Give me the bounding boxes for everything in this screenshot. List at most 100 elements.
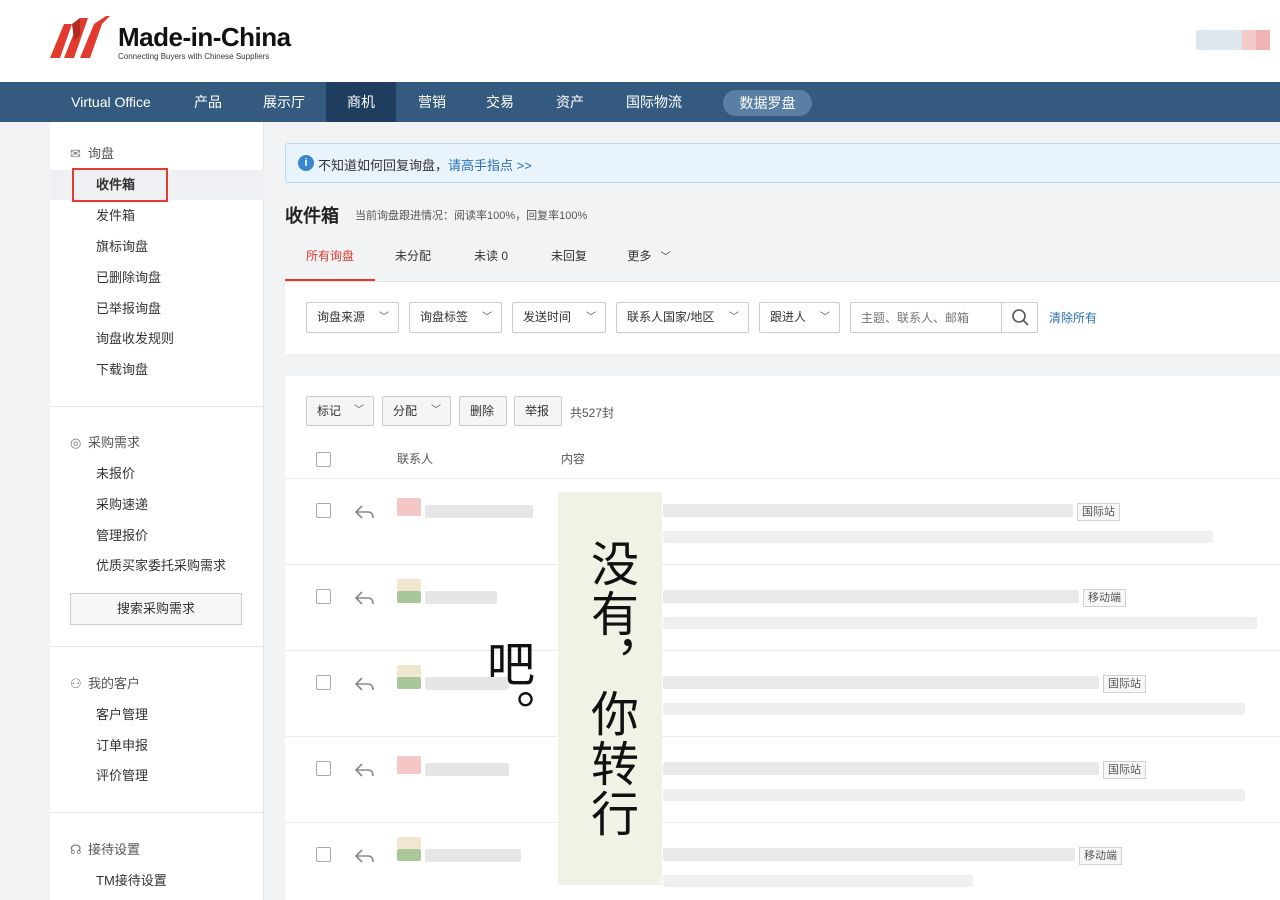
sidebar-item-customer-manage[interactable]: 客户管理 bbox=[50, 700, 264, 730]
purchase-icon: ◎ bbox=[70, 435, 82, 450]
page-stat: 当前询盘跟进情况：阅读率100%，回复率100% bbox=[355, 210, 588, 222]
reply-icon[interactable] bbox=[353, 846, 377, 866]
sidebar-item-reviews[interactable]: 评价管理 bbox=[50, 761, 264, 791]
subject-blurred bbox=[663, 762, 1099, 775]
nav-opportunities[interactable]: 商机 bbox=[326, 82, 396, 122]
sidebar-item-download[interactable]: 下载询盘 bbox=[50, 355, 264, 385]
tab-unread[interactable]: 未读 0 bbox=[461, 236, 521, 281]
chevron-down-icon: ﹀ bbox=[379, 312, 389, 323]
caption-text: 没有，你转行吧。 bbox=[478, 538, 638, 839]
tab-unassigned[interactable]: 未分配 bbox=[383, 236, 443, 281]
search-button[interactable] bbox=[1001, 303, 1037, 332]
sidebar-divider bbox=[50, 406, 264, 407]
contact-avatar-blurred bbox=[397, 498, 421, 516]
reply-icon[interactable] bbox=[353, 674, 377, 694]
nav-data-compass[interactable]: 数据罗盘 bbox=[723, 90, 812, 116]
filter-tag-select[interactable]: 询盘标签 ﹀ bbox=[409, 302, 502, 333]
nav-trade[interactable]: 交易 bbox=[472, 82, 528, 122]
row-checkbox[interactable] bbox=[316, 847, 331, 862]
button-label: 分配 bbox=[393, 404, 418, 418]
table-row[interactable]: 国际站 bbox=[285, 479, 1280, 565]
preview-blurred bbox=[663, 617, 1257, 629]
chevron-down-icon: ﹀ bbox=[729, 312, 739, 323]
nav-products[interactable]: 产品 bbox=[180, 82, 236, 122]
sidebar-heading-purchase: ◎ 采购需求 bbox=[70, 433, 140, 453]
contact-avatar-blurred bbox=[397, 849, 421, 861]
top-header: Made-in-China Connecting Buyers with Chi… bbox=[0, 0, 1280, 82]
tab-all[interactable]: 所有询盘 bbox=[285, 236, 375, 281]
mark-button[interactable]: 标记 ﹀ bbox=[306, 396, 374, 426]
select-all-checkbox[interactable] bbox=[316, 452, 331, 467]
sidebar-item-manage-quotes[interactable]: 管理报价 bbox=[50, 521, 264, 551]
sidebar-item-inbox[interactable]: 收件箱 bbox=[50, 168, 264, 202]
sidebar-item-express[interactable]: 采购速递 bbox=[50, 490, 264, 520]
sidebar-item-tm-settings[interactable]: TM接待设置 bbox=[50, 866, 264, 896]
nav-virtual-office[interactable]: Virtual Office bbox=[52, 82, 170, 122]
inbox-tabs: 所有询盘 未分配 未读 0 未回复 更多 ﹀ bbox=[285, 236, 1280, 282]
filter-time-select[interactable]: 发送时间 ﹀ bbox=[512, 302, 606, 333]
reply-icon[interactable] bbox=[353, 502, 377, 522]
sidebar-divider bbox=[50, 646, 264, 647]
sidebar-item-order-declare[interactable]: 订单申报 bbox=[50, 731, 264, 761]
sidebar-item-unquoted[interactable]: 未报价 bbox=[50, 459, 264, 489]
inquiry-list-panel: 标记 ﹀ 分配 ﹀ 删除 举报 共527封 联系人 内容 国际站 移动端 国际站… bbox=[285, 376, 1280, 900]
notice-link[interactable]: 请高手指点 >> bbox=[448, 158, 532, 173]
page-title: 收件箱 bbox=[285, 206, 339, 226]
contact-avatar-blurred bbox=[397, 591, 421, 603]
sidebar-heading-label: 采购需求 bbox=[88, 435, 141, 450]
report-button[interactable]: 举报 bbox=[514, 396, 562, 426]
sidebar-item-outbox[interactable]: 发件箱 bbox=[50, 201, 264, 231]
delete-button[interactable]: 删除 bbox=[459, 396, 507, 426]
sidebar-item-premium-requests[interactable]: 优质买家委托采购需求 bbox=[50, 551, 264, 581]
user-group-icon: ⚇ bbox=[70, 676, 82, 691]
sidebar-heading-reception: ☊ 接待设置 bbox=[70, 840, 140, 860]
column-content: 内容 bbox=[561, 452, 586, 466]
chevron-down-icon: ﹀ bbox=[431, 405, 441, 416]
assign-button[interactable]: 分配 ﹀ bbox=[382, 396, 451, 426]
table-row[interactable]: 移动端 bbox=[285, 823, 1280, 900]
clear-all-link[interactable]: 清除所有 bbox=[1049, 309, 1097, 326]
preview-blurred bbox=[663, 875, 973, 887]
filter-country-select[interactable]: 联系人国家/地区 ﹀ bbox=[616, 302, 749, 333]
nav-assets[interactable]: 资产 bbox=[542, 82, 598, 122]
filter-label: 询盘标签 bbox=[420, 310, 469, 324]
reply-icon[interactable] bbox=[353, 588, 377, 608]
contact-name-blurred bbox=[425, 849, 521, 862]
filter-label: 询盘来源 bbox=[317, 310, 366, 324]
logo[interactable]: Made-in-China Connecting Buyers with Chi… bbox=[50, 14, 310, 64]
row-checkbox[interactable] bbox=[316, 589, 331, 604]
chevron-down-icon: ﹀ bbox=[820, 312, 830, 323]
filter-source-select[interactable]: 询盘来源 ﹀ bbox=[306, 302, 399, 333]
filter-panel: 询盘来源 ﹀ 询盘标签 ﹀ 发送时间 ﹀ 联系人国家/地区 ﹀ 跟进人 ﹀ 清除所有 bbox=[285, 282, 1280, 354]
tab-unreplied[interactable]: 未回复 bbox=[539, 236, 599, 281]
table-row[interactable]: 国际站 bbox=[285, 737, 1280, 823]
subject-blurred bbox=[663, 504, 1073, 517]
nav-logistics[interactable]: 国际物流 bbox=[614, 82, 694, 122]
sidebar-heading-inquiry: ✉ 询盘 bbox=[70, 144, 114, 164]
search-input[interactable] bbox=[851, 303, 1001, 332]
user-avatar-blurred[interactable] bbox=[1196, 30, 1270, 50]
preview-blurred bbox=[663, 789, 1245, 801]
sidebar-heading-customers: ⚇ 我的客户 bbox=[70, 674, 140, 694]
contact-avatar-blurred bbox=[397, 665, 421, 677]
reply-icon[interactable] bbox=[353, 760, 377, 780]
row-checkbox[interactable] bbox=[316, 761, 331, 776]
tab-more[interactable]: 更多 ﹀ bbox=[621, 236, 677, 281]
table-row[interactable]: 国际站 bbox=[285, 651, 1280, 737]
row-checkbox[interactable] bbox=[316, 503, 331, 518]
table-row[interactable]: 移动端 bbox=[285, 565, 1280, 651]
sidebar-heading-label: 接待设置 bbox=[88, 842, 141, 857]
filter-label: 联系人国家/地区 bbox=[627, 310, 715, 324]
search-purchase-button[interactable]: 搜索采购需求 bbox=[70, 593, 242, 625]
tab-more-label: 更多 bbox=[627, 249, 652, 263]
sidebar-divider bbox=[50, 812, 264, 813]
sidebar-item-deleted[interactable]: 已删除询盘 bbox=[50, 263, 264, 293]
highlight-box bbox=[72, 168, 168, 202]
nav-marketing[interactable]: 营销 bbox=[404, 82, 460, 122]
row-checkbox[interactable] bbox=[316, 675, 331, 690]
filter-owner-select[interactable]: 跟进人 ﹀ bbox=[759, 302, 840, 333]
sidebar-item-reported[interactable]: 已举报询盘 bbox=[50, 294, 264, 324]
sidebar-item-rules[interactable]: 询盘收发规则 bbox=[50, 324, 264, 354]
nav-showroom[interactable]: 展示厅 bbox=[250, 82, 318, 122]
sidebar-item-flagged[interactable]: 旗标询盘 bbox=[50, 232, 264, 262]
